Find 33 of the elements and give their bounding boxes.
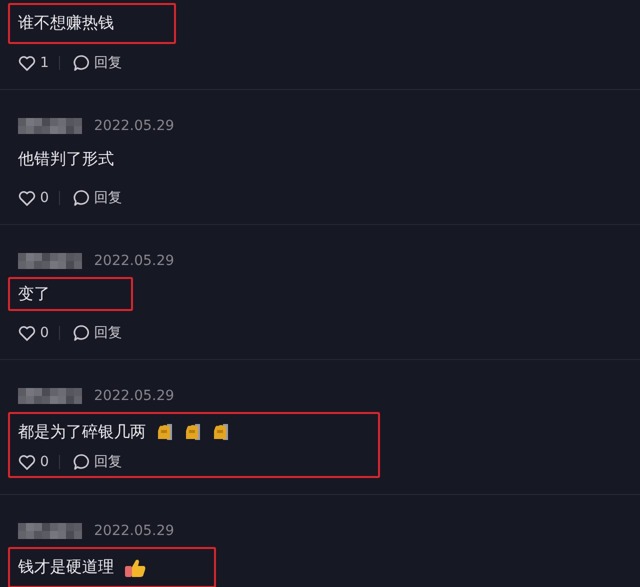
speech-bubble-icon [72,189,90,207]
comment-date: 2022.05.29 [94,253,174,269]
speech-bubble-icon [72,54,90,72]
comment-text: 都是为了碎银几两 [18,422,146,442]
like-button[interactable]: 0 [18,190,49,206]
blurred-username [18,253,82,269]
comment-date: 2022.05.29 [94,523,174,539]
comment-date: 2022.05.29 [94,388,174,404]
figurine-icon [212,423,230,441]
like-button[interactable]: 0 [18,454,49,470]
comment-text: 他错判了形式 [18,148,114,170]
thumbs-up-icon [124,558,146,578]
comment-text: 变了 [18,284,50,304]
speech-bubble-icon [72,453,90,471]
figurine-icon [156,423,174,441]
comment-date: 2022.05.29 [94,118,174,134]
heart-icon [18,55,36,71]
like-button[interactable]: 0 [18,325,49,341]
blurred-username [18,118,82,134]
reply-button[interactable]: 回复 [72,324,122,342]
heart-icon [18,325,36,341]
speech-bubble-icon [72,324,90,342]
figurine-icon [184,423,202,441]
reply-button[interactable]: 回复 [72,453,122,471]
reply-button[interactable]: 回复 [72,54,122,72]
blurred-username [18,523,82,539]
heart-icon [18,190,36,206]
blurred-username [18,388,82,404]
like-button[interactable]: 1 [18,55,49,71]
reply-button[interactable]: 回复 [72,189,122,207]
comment-text: 谁不想赚热钱 [18,13,114,34]
comment-text: 钱才是硬道理 [18,557,114,578]
heart-icon [18,454,36,470]
